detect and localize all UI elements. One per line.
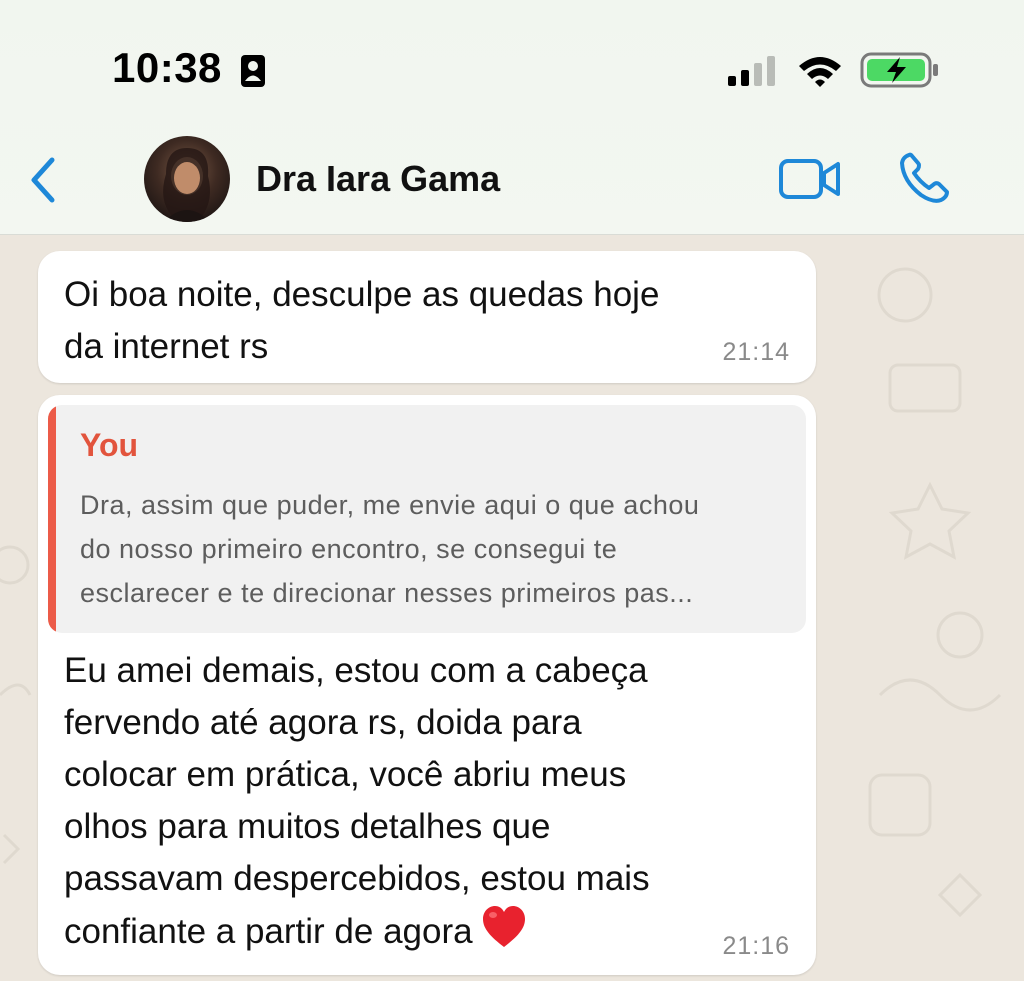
cellular-signal-icon — [728, 56, 775, 86]
battery-charging-icon — [860, 52, 938, 88]
contact-card-icon — [241, 55, 265, 87]
avatar[interactable] — [144, 136, 230, 222]
video-camera-icon[interactable] — [778, 156, 842, 202]
wifi-icon — [799, 57, 841, 87]
message-text: Oi boa noite, desculpe as quedas hoje da… — [64, 275, 660, 366]
message-bubble[interactable]: You Dra, assim que puder, me envie aqui … — [38, 395, 816, 975]
chat-header: 10:38 Dra Iara Gama — [0, 0, 1024, 235]
chat-area[interactable]: Oi boa noite, desculpe as quedas hoje da… — [0, 235, 1024, 981]
message-text-body: Eu amei demais, estou com a cabeça ferve… — [64, 651, 650, 951]
quote-text: Dra, assim que puder, me envie aqui o qu… — [80, 490, 700, 608]
message-time: 21:16 — [722, 932, 790, 960]
message-time: 21:14 — [722, 338, 790, 366]
message-bubble[interactable]: Oi boa noite, desculpe as quedas hoje da… — [38, 251, 816, 383]
contact-name[interactable]: Dra Iara Gama — [256, 158, 500, 200]
status-time: 10:38 — [112, 44, 222, 91]
quoted-reply[interactable]: You Dra, assim que puder, me envie aqui … — [48, 405, 806, 633]
quote-accent-bar — [48, 405, 56, 633]
message-text: Eu amei demais, estou com a cabeça ferve… — [64, 645, 804, 958]
back-chevron-icon[interactable] — [22, 152, 66, 208]
phone-icon[interactable] — [896, 150, 952, 206]
heart-emoji-icon — [482, 906, 525, 947]
quote-author: You — [80, 427, 139, 463]
